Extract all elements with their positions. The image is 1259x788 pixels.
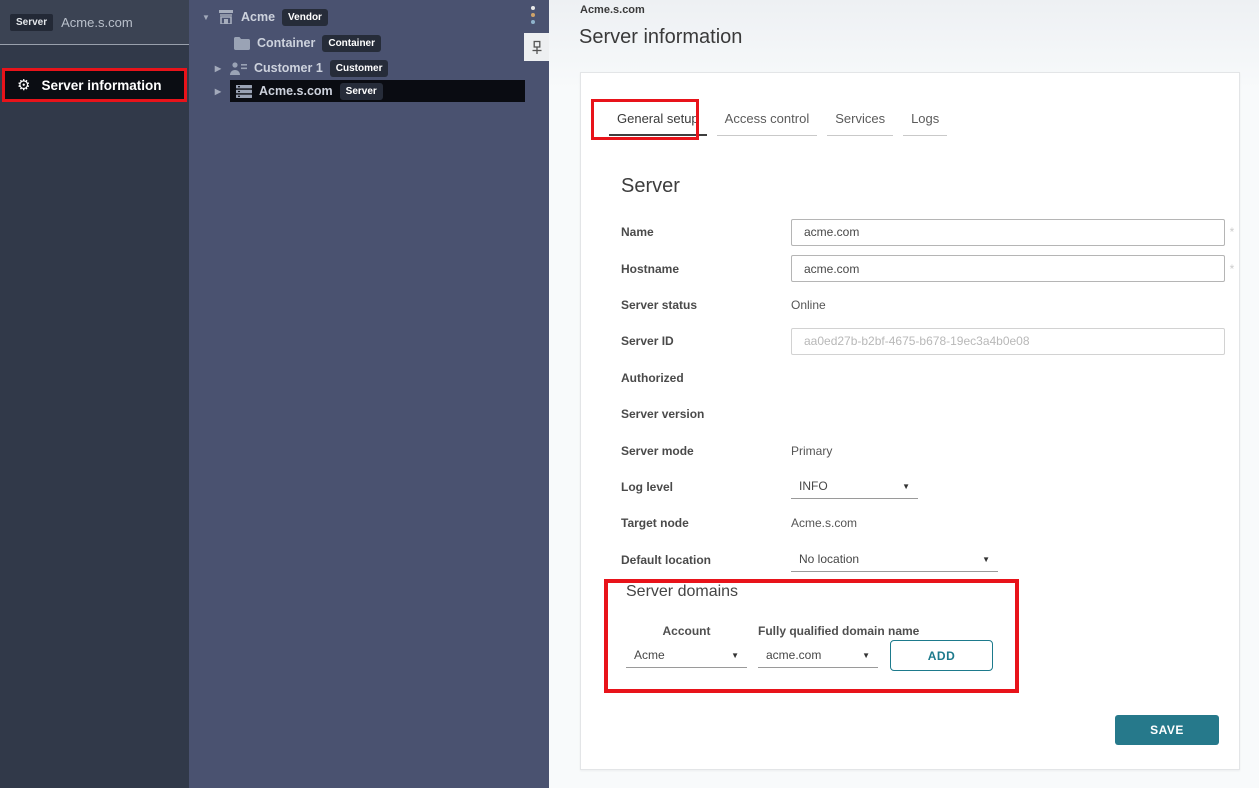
caret-collapsed-icon[interactable]: ▶ xyxy=(213,64,223,73)
name-input[interactable] xyxy=(791,219,1225,246)
server-mode-value: Primary xyxy=(791,444,832,458)
tree-node-container[interactable]: Container Container xyxy=(189,32,549,54)
server-information-card: General setup Access control Services Lo… xyxy=(580,72,1240,770)
form-row-target-node: Target node Acme.s.com xyxy=(581,505,1239,541)
form-row-log-level: Log level INFO ▼ xyxy=(581,469,1239,505)
log-level-value: INFO xyxy=(799,479,828,493)
log-level-select[interactable]: INFO ▼ xyxy=(791,474,918,499)
form-row-server-mode: Server mode Primary xyxy=(581,432,1239,468)
object-tree-panel: ▼ Acme Vendor Container Container ▶ Cust… xyxy=(189,0,549,788)
account-label: Account xyxy=(626,624,747,638)
server-status-value: Online xyxy=(791,298,826,312)
page-title: Server information xyxy=(579,26,742,49)
customer-icon xyxy=(230,62,247,75)
section-title-server-domains: Server domains xyxy=(626,583,738,601)
chevron-down-icon: ▼ xyxy=(902,482,910,491)
tree-node-label: Acme.s.com xyxy=(259,84,333,98)
add-domain-button[interactable]: ADD xyxy=(890,640,993,671)
account-select[interactable]: Acme ▼ xyxy=(626,643,747,668)
form-row-server-id: Server ID xyxy=(581,323,1239,359)
tab-bar: General setup Access control Services Lo… xyxy=(609,111,947,136)
tree-node-type-badge: Container xyxy=(322,35,381,52)
tree-node-type-badge: Customer xyxy=(330,60,389,77)
chevron-down-icon: ▼ xyxy=(862,651,870,660)
section-title-server: Server xyxy=(621,175,680,198)
sidebar-object-title: Acme.s.com xyxy=(61,15,133,30)
hostname-input[interactable] xyxy=(791,255,1225,282)
field-label: Server mode xyxy=(621,444,791,458)
object-type-badge: Server xyxy=(10,14,53,31)
field-label: Log level xyxy=(621,480,791,494)
default-location-select[interactable]: No location ▼ xyxy=(791,547,998,572)
server-id-input xyxy=(791,328,1225,355)
field-label: Server status xyxy=(621,298,791,312)
store-icon xyxy=(218,10,234,24)
field-label: Authorized xyxy=(621,371,791,385)
chevron-down-icon: ▼ xyxy=(982,555,990,564)
folder-icon xyxy=(234,37,250,50)
sidebar-item-server-information[interactable]: ⚙ Server information xyxy=(2,68,187,102)
account-value: Acme xyxy=(634,648,665,662)
tree-node-label: Acme xyxy=(241,10,275,24)
form-row-authorized: Authorized xyxy=(581,360,1239,396)
sidebar-header: Server Acme.s.com xyxy=(0,0,189,45)
chevron-down-icon: ▼ xyxy=(731,651,739,660)
field-label: Target node xyxy=(621,516,791,530)
fqdn-label: Fully qualified domain name xyxy=(758,624,919,638)
required-mark: * xyxy=(1225,225,1239,239)
gear-icon: ⚙ xyxy=(17,78,30,93)
pin-button[interactable] xyxy=(524,33,549,61)
sidebar: Server Acme.s.com ⚙ Server information xyxy=(0,0,189,788)
field-label: Server ID xyxy=(621,334,791,348)
form-row-name: Name * xyxy=(581,214,1239,250)
form-row-server-status: Server status Online xyxy=(581,287,1239,323)
tab-services[interactable]: Services xyxy=(827,111,893,136)
tree-menu-dots-icon[interactable] xyxy=(531,6,535,24)
server-icon xyxy=(236,85,252,98)
caret-expanded-icon[interactable]: ▼ xyxy=(201,13,211,22)
breadcrumb: Acme.s.com xyxy=(580,4,645,16)
tab-logs[interactable]: Logs xyxy=(903,111,947,136)
tree-node-label: Container xyxy=(257,36,315,50)
tab-access-control[interactable]: Access control xyxy=(717,111,818,136)
sidebar-item-label: Server information xyxy=(41,78,161,93)
tree-node-server[interactable]: ▶ Acme.s.com Server xyxy=(189,80,549,102)
form-row-server-version: Server version xyxy=(581,396,1239,432)
tree-node-type-badge: Server xyxy=(340,83,383,100)
tab-general-setup[interactable]: General setup xyxy=(609,111,707,136)
tree-node-customer[interactable]: ▶ Customer 1 Customer xyxy=(189,57,549,79)
tree-node-type-badge: Vendor xyxy=(282,9,328,26)
required-mark: * xyxy=(1225,262,1239,276)
main-content: Acme.s.com Server information General se… xyxy=(549,0,1259,788)
server-form: Name * Hostname * Server status Online S… xyxy=(581,214,1239,578)
target-node-value: Acme.s.com xyxy=(791,516,857,530)
tree-node-selected-row[interactable]: Acme.s.com Server xyxy=(230,80,525,102)
default-location-value: No location xyxy=(799,552,859,566)
tree-node-vendor[interactable]: ▼ Acme Vendor xyxy=(189,6,549,28)
field-label: Name xyxy=(621,225,791,239)
fqdn-select[interactable]: acme.com ▼ xyxy=(758,643,878,668)
pin-icon xyxy=(531,40,543,55)
field-label: Hostname xyxy=(621,262,791,276)
save-button[interactable]: SAVE xyxy=(1115,715,1219,745)
form-row-hostname: Hostname * xyxy=(581,250,1239,286)
tree-node-label: Customer 1 xyxy=(254,61,323,75)
field-label: Default location xyxy=(621,553,791,567)
fqdn-value: acme.com xyxy=(766,648,821,662)
caret-collapsed-icon[interactable]: ▶ xyxy=(213,87,223,96)
field-label: Server version xyxy=(621,407,791,421)
form-row-default-location: Default location No location ▼ xyxy=(581,542,1239,578)
